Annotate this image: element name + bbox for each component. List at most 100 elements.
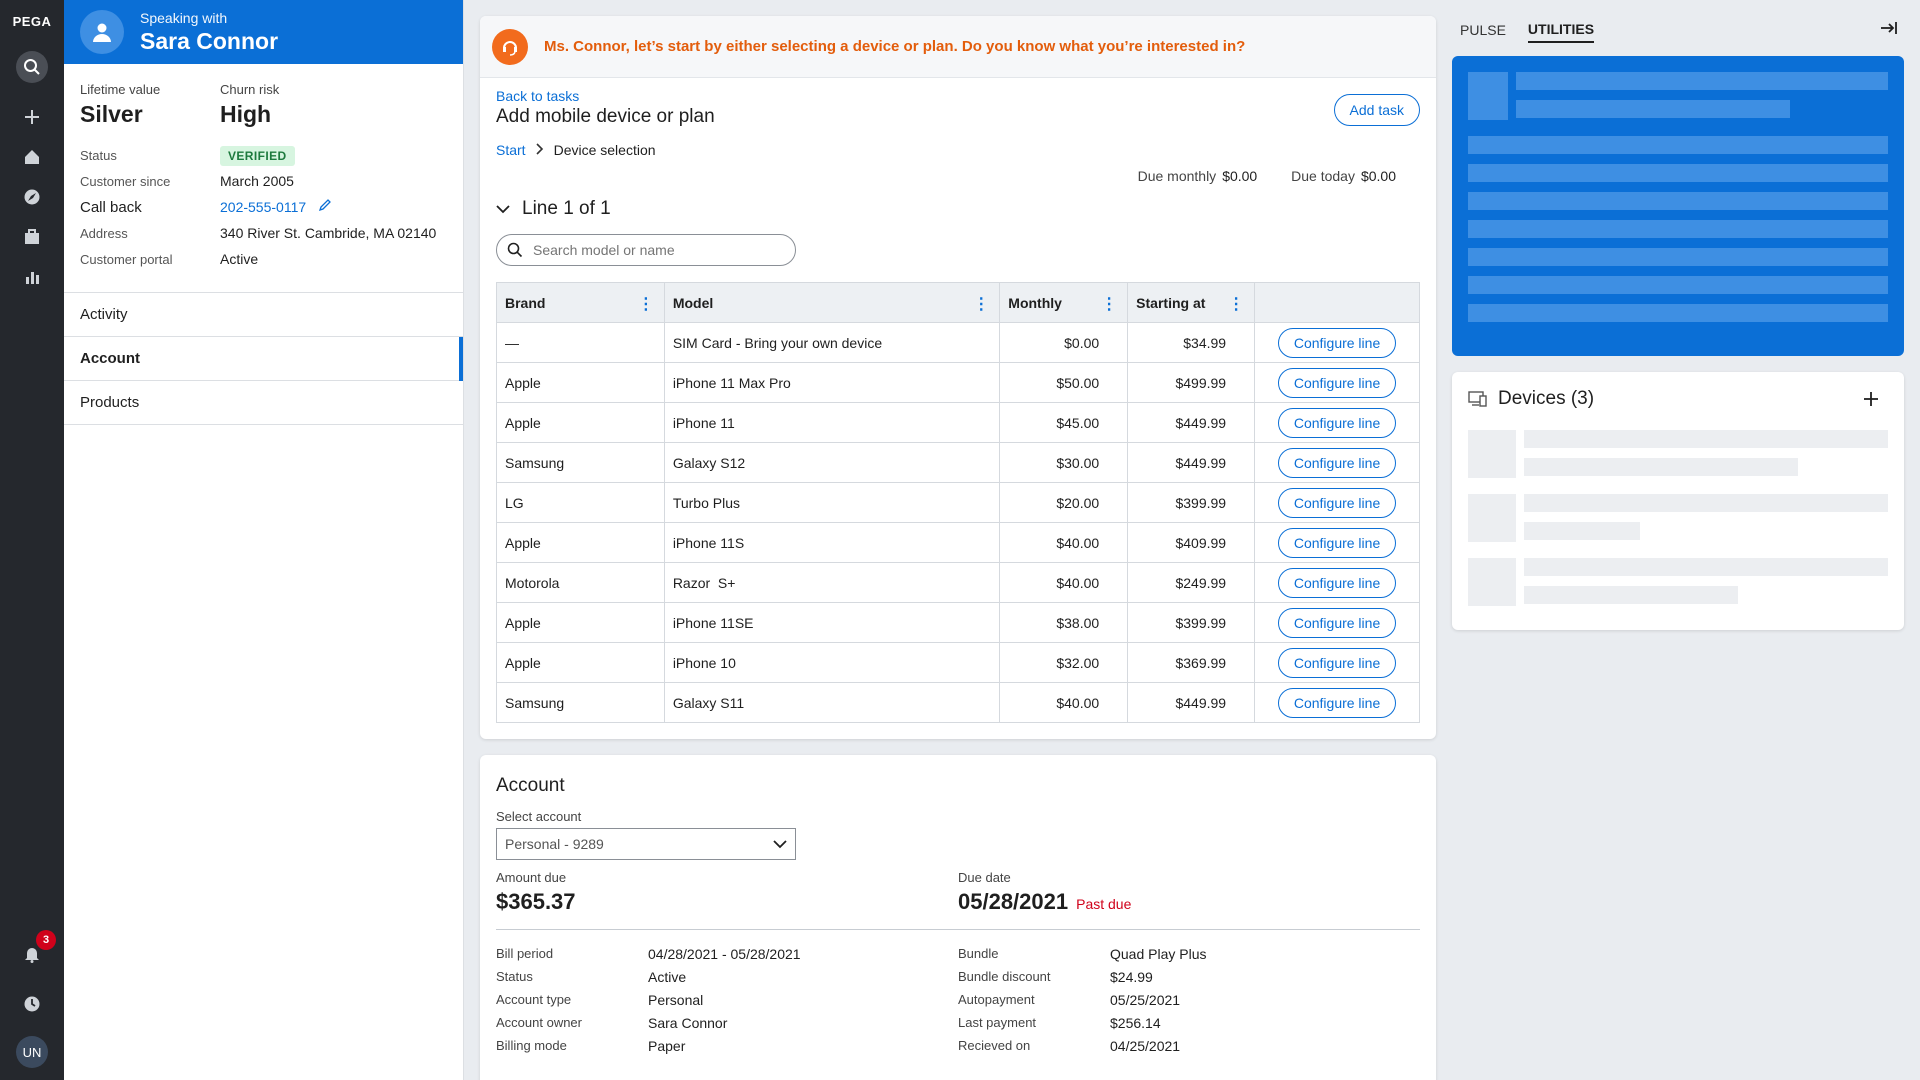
detail-value: $256.14 [1110, 1014, 1161, 1031]
search-icon[interactable] [16, 51, 48, 83]
plus-icon[interactable] [16, 101, 48, 133]
configure-line-button[interactable]: Configure line [1277, 647, 1397, 678]
table-row: Samsung Galaxy S12 $30.00 $449.99 Config… [496, 442, 1420, 483]
notification-badge: 3 [36, 930, 56, 950]
column-header-brand[interactable]: Brand ⋮ [496, 282, 665, 323]
status-label: Status [80, 147, 117, 163]
address-label: Address [80, 225, 128, 241]
kebab-menu-icon[interactable]: ⋮ [1101, 294, 1117, 314]
breadcrumb: Start Device selection [496, 142, 1420, 158]
detail-value: Quad Play Plus [1110, 945, 1207, 962]
cell-brand: Apple [496, 362, 665, 403]
skeleton-block [1468, 304, 1888, 322]
skeleton-block [1524, 586, 1738, 604]
skeleton-block [1516, 72, 1888, 90]
detail-value: 04/25/2021 [1110, 1037, 1181, 1054]
configure-line-button[interactable]: Configure line [1277, 407, 1397, 438]
due-monthly-value: $0.00 [1222, 168, 1258, 184]
device-table: Brand ⋮ Model ⋮ Monthly ⋮ Starting at ⋮ — SI… [496, 282, 1420, 723]
detail-value: $24.99 [1110, 968, 1153, 985]
nav-item-activity[interactable]: Activity [64, 293, 463, 337]
clock-icon[interactable] [16, 988, 48, 1020]
bar-chart-icon[interactable] [16, 261, 48, 293]
cell-monthly: $32.00 [999, 642, 1129, 683]
chevron-down-icon [773, 839, 787, 849]
tab-pulse[interactable]: PULSE [1460, 22, 1506, 42]
cell-brand: Apple [496, 602, 665, 643]
column-header-starting-at[interactable]: Starting at ⋮ [1127, 282, 1256, 323]
user-avatar[interactable]: UN [16, 1036, 48, 1068]
search-input[interactable] [533, 242, 773, 258]
bell-icon[interactable]: 3 [16, 930, 56, 970]
due-today-label: Due today [1291, 168, 1355, 184]
detail-value: 05/25/2021 [1110, 991, 1181, 1008]
column-header-monthly[interactable]: Monthly ⋮ [999, 282, 1129, 323]
cell-model: iPhone 11S [663, 522, 1001, 563]
detail-value: Active [648, 968, 687, 985]
cell-starting-at: $399.99 [1127, 482, 1256, 523]
cell-model: iPhone 11 Max Pro [663, 362, 1001, 403]
kebab-menu-icon[interactable]: ⋮ [973, 294, 989, 314]
detail-label: Billing mode [496, 1038, 567, 1053]
skeleton-block [1468, 558, 1516, 606]
kebab-menu-icon[interactable]: ⋮ [638, 294, 654, 314]
crumb-start[interactable]: Start [496, 142, 526, 158]
account-card: Account Select account Personal - 9289 A… [480, 755, 1436, 1080]
collapse-panel-icon[interactable] [1880, 20, 1898, 41]
cell-brand: Samsung [496, 682, 665, 723]
cell-model: Galaxy S11 [663, 682, 1001, 723]
search-box[interactable] [496, 234, 796, 266]
main-area: Ms. Connor, let’s start by either select… [480, 16, 1436, 1080]
add-task-button[interactable]: Add task [1333, 94, 1420, 126]
column-header-model[interactable]: Model ⋮ [663, 282, 1001, 323]
skeleton-block [1468, 192, 1888, 210]
cell-starting-at: $499.99 [1127, 362, 1256, 403]
callback-phone[interactable]: 202-555-0117 [220, 199, 306, 215]
kebab-menu-icon[interactable]: ⋮ [1228, 294, 1244, 314]
divider [496, 929, 1420, 930]
table-row: Motorola Razor S+ $40.00 $249.99 Configu… [496, 562, 1420, 603]
nav-item-account[interactable]: Account [64, 337, 463, 381]
configure-line-button[interactable]: Configure line [1277, 447, 1397, 478]
task-card: Ms. Connor, let’s start by either select… [480, 16, 1436, 739]
configure-line-button[interactable]: Configure line [1277, 607, 1397, 638]
skeleton-block [1524, 458, 1798, 476]
detail-label: Autopayment [958, 992, 1035, 1007]
device-icon [1468, 390, 1488, 408]
configure-line-button[interactable]: Configure line [1277, 687, 1397, 718]
configure-line-button[interactable]: Configure line [1277, 327, 1397, 358]
detail-label: Account type [496, 992, 572, 1007]
customer-since: March 2005 [220, 173, 294, 189]
briefcase-icon[interactable] [16, 221, 48, 253]
cell-brand: LG [496, 482, 665, 523]
back-to-tasks-link[interactable]: Back to tasks [496, 88, 1420, 104]
configure-line-button[interactable]: Configure line [1277, 487, 1397, 518]
detail-label: Bundle [958, 946, 999, 961]
nav-item-products[interactable]: Products [64, 381, 463, 425]
cell-model: Razor S+ [663, 562, 1001, 603]
cell-model: SIM Card - Bring your own device [663, 322, 1001, 363]
customer-portal: Active [220, 251, 259, 267]
cell-brand: Motorola [496, 562, 665, 603]
configure-line-button[interactable]: Configure line [1277, 527, 1397, 558]
skeleton-block [1524, 522, 1640, 540]
churn-risk: High [220, 101, 272, 127]
compass-icon[interactable] [16, 181, 48, 213]
tab-utilities[interactable]: UTILITIES [1527, 21, 1595, 43]
add-device-icon[interactable] [1862, 390, 1880, 408]
cell-brand: Apple [496, 522, 665, 563]
table-row: Apple iPhone 11S $40.00 $409.99 Configur… [496, 522, 1420, 563]
cell-brand: Apple [496, 402, 665, 443]
home-icon[interactable] [16, 141, 48, 173]
chevron-down-icon[interactable] [496, 204, 510, 214]
line-section-header[interactable]: Line 1 of 1 [496, 198, 1420, 220]
skeleton-block [1468, 136, 1888, 154]
customer-panel: Speaking with Sara Connor Lifetime value… [64, 0, 464, 1080]
status-badge: VERIFIED [220, 146, 295, 166]
configure-line-button[interactable]: Configure line [1277, 367, 1397, 398]
detail-value: Sara Connor [648, 1014, 728, 1031]
configure-line-button[interactable]: Configure line [1277, 567, 1397, 598]
pencil-icon[interactable] [318, 198, 332, 217]
account-select[interactable]: Personal - 9289 [496, 828, 796, 860]
headset-icon [492, 28, 528, 65]
